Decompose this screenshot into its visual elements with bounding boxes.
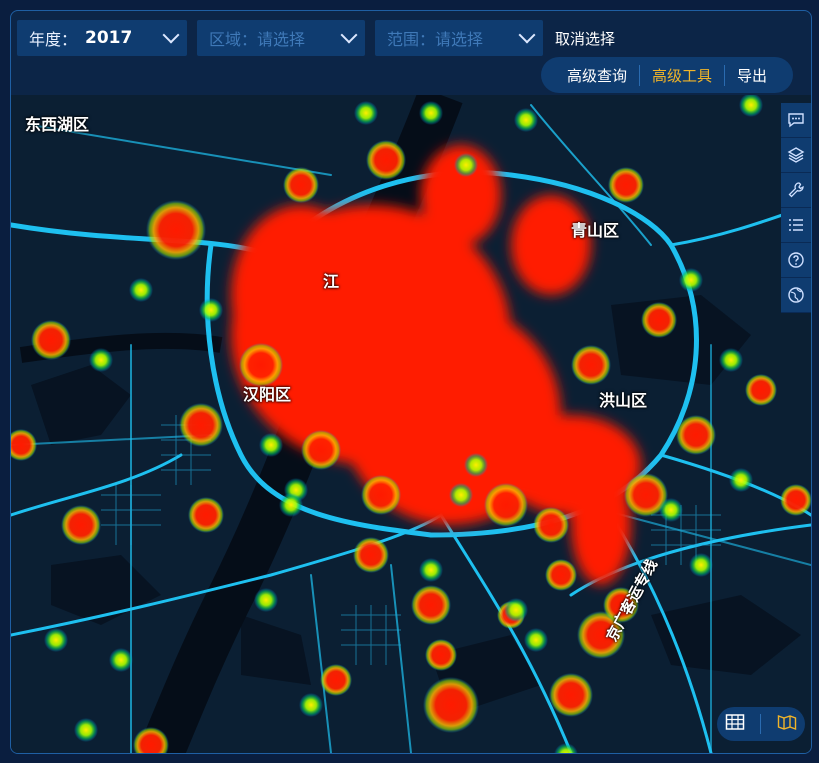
year-value: 2017 [85,28,133,48]
place-label: 东西湖区 [25,115,90,134]
table-icon [725,714,745,730]
year-select[interactable]: 年度： 2017 [17,20,187,56]
map-view-button[interactable] [777,713,797,735]
scope-placeholder: 范围：请选择 [387,30,484,49]
tools-button[interactable] [781,173,811,208]
list-icon [789,219,803,231]
year-select-content: 年度： 2017 [29,26,132,50]
advanced-tools-button[interactable]: 高级工具 [638,64,724,86]
scope-select[interactable]: 范围：请选择 [375,20,543,56]
chat-icon [788,113,804,128]
globe-button[interactable] [781,278,811,313]
place-label: 洪山区 [599,391,648,410]
place-label: 江 [323,272,340,291]
chevron-down-icon [518,26,536,44]
help-icon [788,252,804,268]
heatmap-map[interactable]: 东西湖区 青山区 汉阳区 洪山区 江 京广客运专线 [11,95,811,753]
help-button[interactable] [781,243,811,278]
wrench-icon [788,182,804,198]
region-placeholder: 区域：请选择 [209,30,306,49]
chevron-down-icon [162,26,180,44]
table-view-button[interactable] [725,713,745,735]
side-toolbar [781,103,811,313]
layers-icon [787,147,805,163]
list-button[interactable] [781,208,811,243]
divider [760,714,762,734]
map-icon [777,715,797,730]
chevron-down-icon [340,26,358,44]
region-select[interactable]: 区域：请选择 [197,20,365,56]
filter-bar: 年度： 2017 区域：请选择 范围：请选择 取消选择 [17,19,615,57]
map-panel: 年度： 2017 区域：请选择 范围：请选择 取消选择 高级查询 高级工具 导出 [10,10,812,754]
map-canvas [11,95,811,753]
globe-icon [788,287,804,303]
year-label: 年度： [29,30,78,49]
clear-selection-button[interactable]: 取消选择 [555,28,615,49]
toolbar: 高级查询 高级工具 导出 [540,57,793,93]
place-label: 汉阳区 [243,385,292,404]
export-button[interactable]: 导出 [723,64,779,86]
advanced-query-button[interactable]: 高级查询 [555,65,639,86]
view-switcher [717,707,805,741]
place-label: 青山区 [571,221,620,240]
chat-button[interactable] [781,103,811,138]
layers-button[interactable] [781,138,811,173]
